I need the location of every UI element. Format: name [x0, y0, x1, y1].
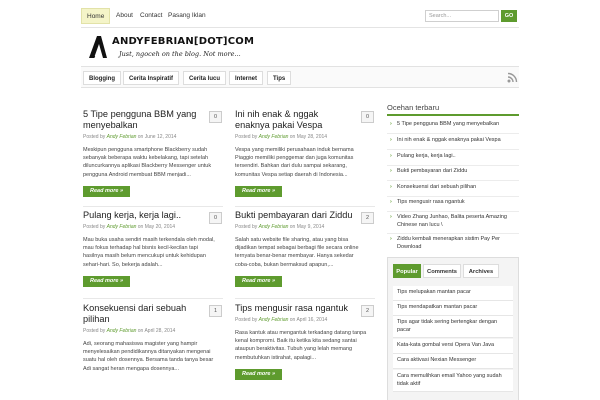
post-meta: Posted by Andy Febrian on April 16, 2014 [235, 317, 328, 323]
rss-icon[interactable] [507, 72, 518, 83]
post-title[interactable]: Bukti pembayaran dari Ziddu [235, 210, 353, 221]
post-divider [83, 206, 223, 207]
popular-post-link[interactable]: Cara aktivasi Nexian Messenger [393, 354, 513, 369]
recent-post-link[interactable]: Ziddu kembali menerapkan sistim Pay Per … [387, 236, 519, 251]
post-excerpt: Meskipun pengguna smartphone Blackberry … [83, 147, 212, 178]
recent-post-link[interactable]: Pulang kerja, kerja lagi.. [387, 153, 519, 161]
post-meta: Posted by Andy Febrian on April 28, 2014 [83, 328, 176, 334]
logo-title: ANDYFEBRIAN[DOT]COM [112, 36, 255, 47]
page-wrapper: Home About Contact Pasang Iklan Search..… [81, 0, 519, 400]
popular-post-link[interactable]: Kata-kata gombal versi Opera Van Java [393, 339, 513, 354]
popular-post-link[interactable]: Tips mendapatkan mantan pacar [393, 301, 513, 316]
comment-count-badge[interactable]: 2 [361, 305, 374, 317]
recent-divider [387, 180, 519, 181]
post-divider [83, 298, 223, 299]
post-card: Ini nih enak & nggak enaknya pakai Vespa… [235, 109, 377, 197]
recent-divider [387, 133, 519, 134]
post-title[interactable]: Ini nih enak & nggak enaknya pakai Vespa [235, 109, 353, 131]
read-more-button[interactable]: Read more » [83, 185, 131, 197]
post-author[interactable]: Andy Febrian [259, 224, 289, 230]
post-date: May 20, 2014 [144, 224, 176, 230]
nav-pasang-iklan[interactable]: Pasang Iklan [163, 8, 211, 24]
tab-popular[interactable]: Popular [393, 264, 421, 278]
post-meta: Posted by Andy Febrian on June 12, 2014 [83, 134, 177, 140]
read-more-button[interactable]: Read more » [83, 275, 131, 287]
sidebar-tab-box: Popular Comments Archives Tips melupakan… [387, 257, 519, 400]
post-date: May 9, 2014 [296, 224, 325, 230]
tab-comments[interactable]: Comments [423, 264, 461, 278]
top-nav: Home About Contact Pasang Iklan Search..… [81, 8, 519, 24]
recent-divider [387, 233, 519, 234]
logo-mark-icon [89, 36, 107, 58]
post-author[interactable]: Andy Febrian [259, 134, 289, 140]
post-date: May 28, 2014 [296, 134, 328, 140]
popular-post-link[interactable]: Cara memulihkan email Yahoo yang sudah t… [393, 370, 513, 393]
category-cerita-lucu[interactable]: Cerita lucu [183, 71, 227, 85]
post-meta: Posted by Andy Febrian on May 9, 2014 [235, 224, 325, 230]
recent-post-link[interactable]: Tips mengusir rasa ngantuk [387, 199, 519, 207]
popular-post-link[interactable]: Tips agar tidak sering bertengkar dengan… [393, 316, 513, 339]
recent-post-link[interactable]: Ini nih enak & nggak enaknya pakai Vespa [387, 137, 519, 145]
category-internet[interactable]: Internet [229, 71, 264, 85]
nav-about[interactable]: About [111, 8, 138, 24]
post-card: Bukti pembayaran dari Ziddu 2 Posted by … [235, 210, 377, 287]
recent-post-link[interactable]: Video Zhang Junhao, Balita peserta Amazi… [387, 214, 519, 229]
post-author[interactable]: Andy Febrian [107, 224, 137, 230]
post-card: 5 Tipe pengguna BBM yang menyebalkan 0 P… [83, 109, 225, 197]
site-logo[interactable]: ANDYFEBRIAN[DOT]COM Just, ngoceh on the … [87, 34, 287, 62]
post-card: Konsekuensi dari sebuah pilihan 1 Posted… [83, 303, 225, 373]
recent-divider [387, 149, 519, 150]
post-title[interactable]: Konsekuensi dari sebuah pilihan [83, 303, 201, 325]
post-title[interactable]: 5 Tipe pengguna BBM yang menyebalkan [83, 109, 201, 131]
category-tips[interactable]: Tips [267, 71, 292, 85]
post-excerpt: Adi, seorang mahasiswa magister yang ham… [83, 341, 214, 372]
popular-post-link[interactable]: Tips melupakan mantan pacar [393, 286, 513, 301]
post-meta: Posted by Andy Febrian on May 20, 2014 [83, 224, 176, 230]
comment-count-badge[interactable]: 2 [361, 212, 374, 224]
post-divider [235, 206, 375, 207]
post-excerpt: Rasa kantuk atau mengantuk terkadang dat… [235, 330, 367, 361]
recent-post-link[interactable]: 5 Tipe pengguna BBM yang menyebalkan [387, 121, 519, 129]
category-nav: Blogging Cerita Inspiratif Cerita lucu I… [81, 66, 519, 88]
category-cerita-inspiratif[interactable]: Cerita Inspiratif [123, 71, 180, 85]
read-more-button[interactable]: Read more » [235, 185, 283, 197]
sidebar-title-rule [387, 114, 519, 116]
read-more-button[interactable]: Read more » [235, 368, 283, 380]
post-excerpt: Salah satu website file sharing, atau ya… [235, 237, 359, 268]
comment-count-badge[interactable]: 0 [209, 111, 222, 123]
recent-post-link[interactable]: Konsekuensi dari sebuah pilihan [387, 184, 519, 192]
post-author[interactable]: Andy Febrian [107, 328, 137, 334]
post-author[interactable]: Andy Febrian [259, 317, 289, 323]
post-card: Pulang kerja, kerja lagi.. 0 Posted by A… [83, 210, 225, 287]
sidebar-recent-title: Ocehan terbaru [387, 103, 440, 112]
post-author[interactable]: Andy Febrian [107, 134, 137, 140]
recent-divider [387, 211, 519, 212]
top-divider [81, 27, 519, 28]
logo-tagline: Just, ngoceh on the blog. Not more... [119, 50, 241, 58]
search-input[interactable]: Search... [425, 10, 499, 22]
post-excerpt: Mau buka usaha sendiri masih terkendala … [83, 237, 215, 268]
comment-count-badge[interactable]: 1 [209, 305, 222, 317]
post-title[interactable]: Tips mengusir rasa ngantuk [235, 303, 353, 314]
post-date: April 16, 2014 [296, 317, 328, 323]
recent-divider [387, 165, 519, 166]
post-excerpt: Vespa yang memiliki perusahaan induk ber… [235, 147, 354, 178]
post-meta: Posted by Andy Febrian on May 28, 2014 [235, 134, 328, 140]
comment-count-badge[interactable]: 0 [361, 111, 374, 123]
recent-divider [387, 196, 519, 197]
read-more-button[interactable]: Read more » [235, 275, 283, 287]
nav-home[interactable]: Home [81, 8, 111, 24]
post-divider [235, 298, 375, 299]
comment-count-badge[interactable]: 0 [209, 212, 222, 224]
tab-archives[interactable]: Archives [463, 264, 499, 278]
post-card: Tips mengusir rasa ngantuk 2 Posted by A… [235, 303, 377, 380]
post-title[interactable]: Pulang kerja, kerja lagi.. [83, 210, 201, 221]
post-date: June 12, 2014 [144, 134, 177, 140]
recent-post-link[interactable]: Bukti pembayaran dari Ziddu [387, 168, 519, 176]
post-date: April 28, 2014 [144, 328, 176, 334]
category-blogging[interactable]: Blogging [83, 71, 121, 85]
search-go-button[interactable]: GO [501, 10, 517, 22]
